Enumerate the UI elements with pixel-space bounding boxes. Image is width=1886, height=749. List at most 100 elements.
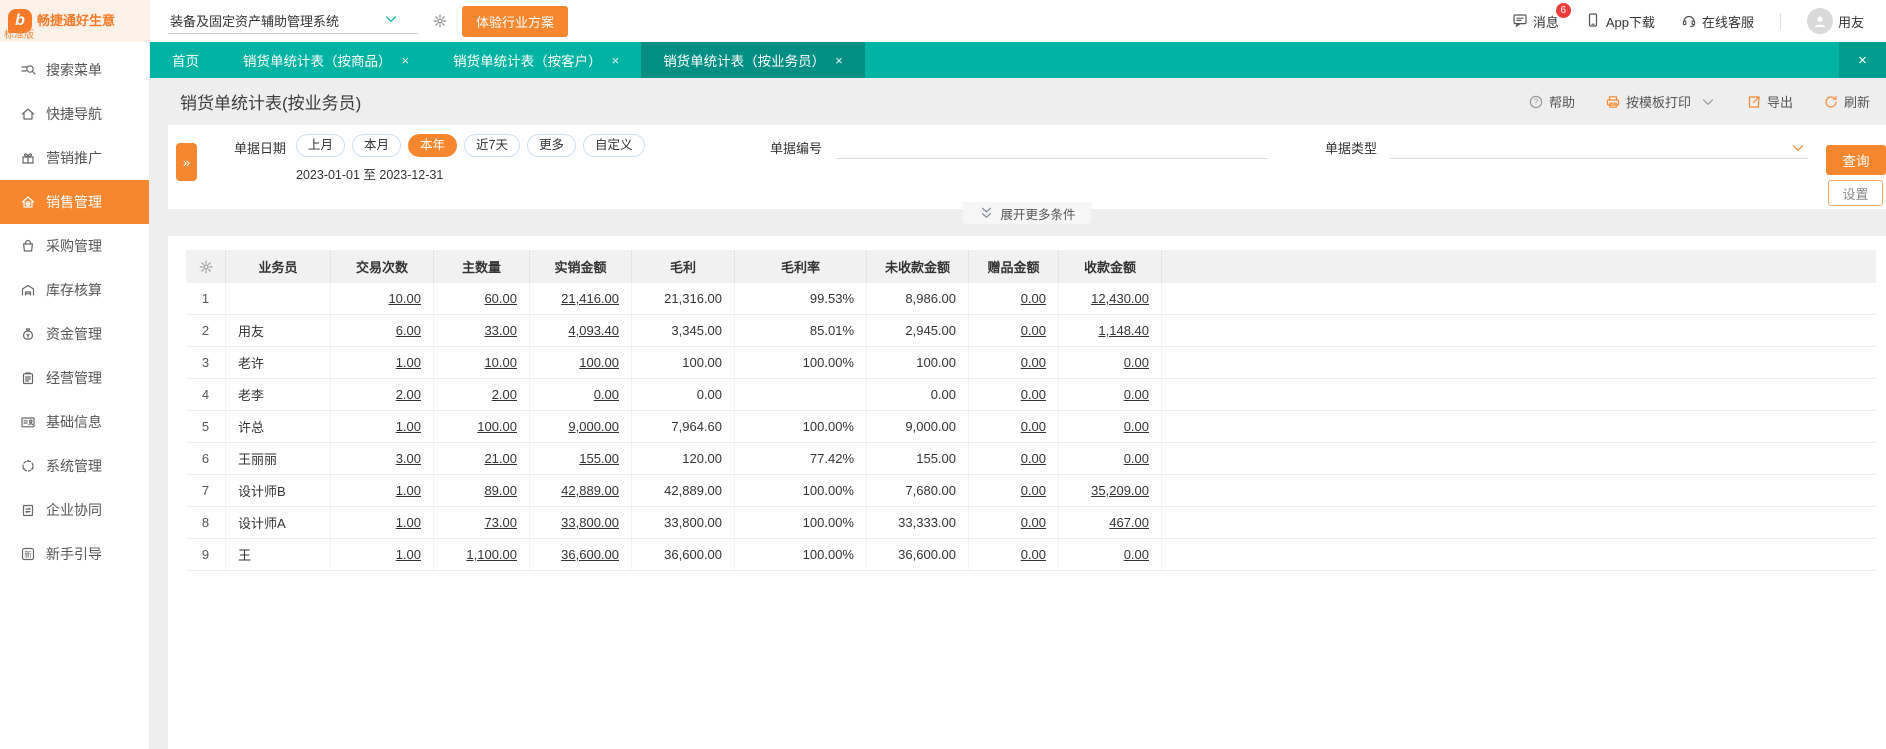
sidebar-item-search[interactable]: 搜索菜单	[0, 48, 149, 92]
row-index: 4	[186, 379, 226, 410]
date-pill[interactable]: 近7天	[464, 134, 520, 157]
drill-link[interactable]: 42,889.00	[530, 475, 632, 506]
drill-link[interactable]: 1.00	[331, 475, 434, 506]
drill-link[interactable]: 2.00	[331, 379, 434, 410]
messages-label: 消息	[1532, 14, 1559, 30]
drill-link[interactable]: 21.00	[434, 443, 530, 474]
sidebar-item-sync[interactable]: 企业协同	[0, 488, 149, 532]
drill-link[interactable]: 0.00	[969, 507, 1059, 538]
drill-link[interactable]: 2.00	[434, 379, 530, 410]
sidebar-item-bag[interactable]: 采购管理	[0, 224, 149, 268]
drill-link[interactable]: 1.00	[331, 539, 434, 570]
drill-link[interactable]: 0.00	[969, 315, 1059, 346]
drill-link[interactable]: 21,416.00	[530, 283, 632, 314]
refresh-button[interactable]: 刷新	[1823, 92, 1870, 111]
app-download-button[interactable]: App下载	[1585, 12, 1655, 31]
drill-link[interactable]: 0.00	[969, 347, 1059, 378]
drill-link[interactable]: 1,100.00	[434, 539, 530, 570]
drill-link[interactable]: 1.00	[331, 507, 434, 538]
sidebar-item-system[interactable]: 系统管理	[0, 444, 149, 488]
close-icon[interactable]: ×	[835, 53, 843, 68]
table-cell: 100.00%	[735, 475, 867, 506]
drill-link[interactable]: 0.00	[1059, 539, 1162, 570]
drill-link[interactable]: 12,430.00	[1059, 283, 1162, 314]
collapse-filter-button[interactable]: »	[176, 143, 197, 181]
help-button[interactable]: ? 帮助	[1528, 92, 1575, 111]
drill-link[interactable]: 6.00	[331, 315, 434, 346]
tab[interactable]: 销货单统计表（按客户） ×	[431, 42, 641, 78]
doc-type-input[interactable]	[1390, 133, 1808, 159]
sidebar-item-money[interactable]: 资金管理	[0, 312, 149, 356]
table-cell: 99.53%	[735, 283, 867, 314]
drill-link[interactable]: 60.00	[434, 283, 530, 314]
date-pill[interactable]: 自定义	[583, 134, 645, 157]
system-select[interactable]: 装备及固定资产辅助管理系统	[168, 8, 418, 34]
settings-button[interactable]: 设置	[1828, 180, 1883, 206]
sidebar-item-warehouse[interactable]: 库存核算	[0, 268, 149, 312]
messages-button[interactable]: 消息 6	[1512, 2, 1571, 31]
date-pill[interactable]: 本月	[352, 134, 402, 157]
print-by-template-button[interactable]: 按模板打印	[1605, 92, 1716, 111]
drill-link[interactable]: 0.00	[969, 411, 1059, 442]
avatar	[1806, 8, 1833, 34]
sidebar-item-sale[interactable]: 销售管理	[0, 180, 149, 224]
tab[interactable]: 销货单统计表（按商品） ×	[221, 42, 431, 78]
tab[interactable]: 首页	[150, 42, 221, 78]
drill-link[interactable]: 33.00	[434, 315, 530, 346]
drill-link[interactable]: 9,000.00	[530, 411, 632, 442]
drill-link[interactable]: 10.00	[331, 283, 434, 314]
drill-link[interactable]: 1,148.40	[1059, 315, 1162, 346]
table-cell: 100.00	[632, 347, 735, 378]
drill-link[interactable]: 1.00	[331, 347, 434, 378]
cell-salesperson: 用友	[226, 315, 331, 346]
drill-link[interactable]: 35,209.00	[1059, 475, 1162, 506]
date-pill[interactable]: 上月	[296, 134, 346, 157]
sidebar-item-home[interactable]: 快捷导航	[0, 92, 149, 136]
drill-link[interactable]: 0.00	[969, 539, 1059, 570]
sidebar-item-clipboard[interactable]: 经营管理	[0, 356, 149, 400]
drill-link[interactable]: 0.00	[1059, 347, 1162, 378]
drill-link[interactable]: 3.00	[331, 443, 434, 474]
tab[interactable]: 销货单统计表（按业务员） ×	[641, 42, 865, 78]
online-service-button[interactable]: 在线客服	[1681, 12, 1754, 31]
doc-no-input[interactable]	[836, 133, 1268, 159]
expand-more-conditions[interactable]: 展开更多条件	[962, 202, 1092, 224]
query-button[interactable]: 查询	[1826, 145, 1886, 175]
drill-link[interactable]: 0.00	[1059, 443, 1162, 474]
drill-link[interactable]: 0.00	[1059, 411, 1162, 442]
drill-link[interactable]: 1.00	[331, 411, 434, 442]
column-settings-button[interactable]	[186, 250, 226, 283]
drill-link[interactable]: 0.00	[969, 443, 1059, 474]
trial-plan-button[interactable]: 体验行业方案	[462, 5, 569, 37]
drill-link[interactable]: 0.00	[530, 379, 632, 410]
close-icon[interactable]: ×	[402, 53, 410, 68]
drill-link[interactable]: 73.00	[434, 507, 530, 538]
close-all-tabs-button[interactable]: ×	[1839, 42, 1886, 78]
date-pill[interactable]: 本年	[408, 134, 458, 157]
drill-link[interactable]: 33,800.00	[530, 507, 632, 538]
drill-link[interactable]: 0.00	[1059, 379, 1162, 410]
drill-link[interactable]: 89.00	[434, 475, 530, 506]
sidebar-item-guide[interactable]: 新 新手引导	[0, 532, 149, 576]
export-button[interactable]: 导出	[1746, 92, 1793, 111]
user-menu[interactable]: 用友	[1806, 8, 1864, 34]
drill-link[interactable]: 10.00	[434, 347, 530, 378]
chevron-down-icon[interactable]	[1700, 94, 1716, 110]
drill-link[interactable]: 155.00	[530, 443, 632, 474]
gear-icon[interactable]	[432, 13, 448, 29]
drill-link[interactable]: 4,093.40	[530, 315, 632, 346]
date-pill[interactable]: 更多	[527, 134, 577, 157]
drill-link[interactable]: 100.00	[434, 411, 530, 442]
drill-link[interactable]: 100.00	[530, 347, 632, 378]
drill-link[interactable]: 0.00	[969, 283, 1059, 314]
drill-link[interactable]: 0.00	[969, 475, 1059, 506]
chevron-down-icon[interactable]	[1790, 140, 1806, 156]
drill-link[interactable]: 36,600.00	[530, 539, 632, 570]
date-range-value[interactable]: 2023-01-01 至 2023-12-31	[296, 164, 443, 183]
sidebar-item-gift[interactable]: 营销推广	[0, 136, 149, 180]
close-icon[interactable]: ×	[612, 53, 620, 68]
drill-link[interactable]: 467.00	[1059, 507, 1162, 538]
sidebar-item-card[interactable]: 基础信息	[0, 400, 149, 444]
table-cell-filler	[1162, 315, 1876, 346]
drill-link[interactable]: 0.00	[969, 379, 1059, 410]
